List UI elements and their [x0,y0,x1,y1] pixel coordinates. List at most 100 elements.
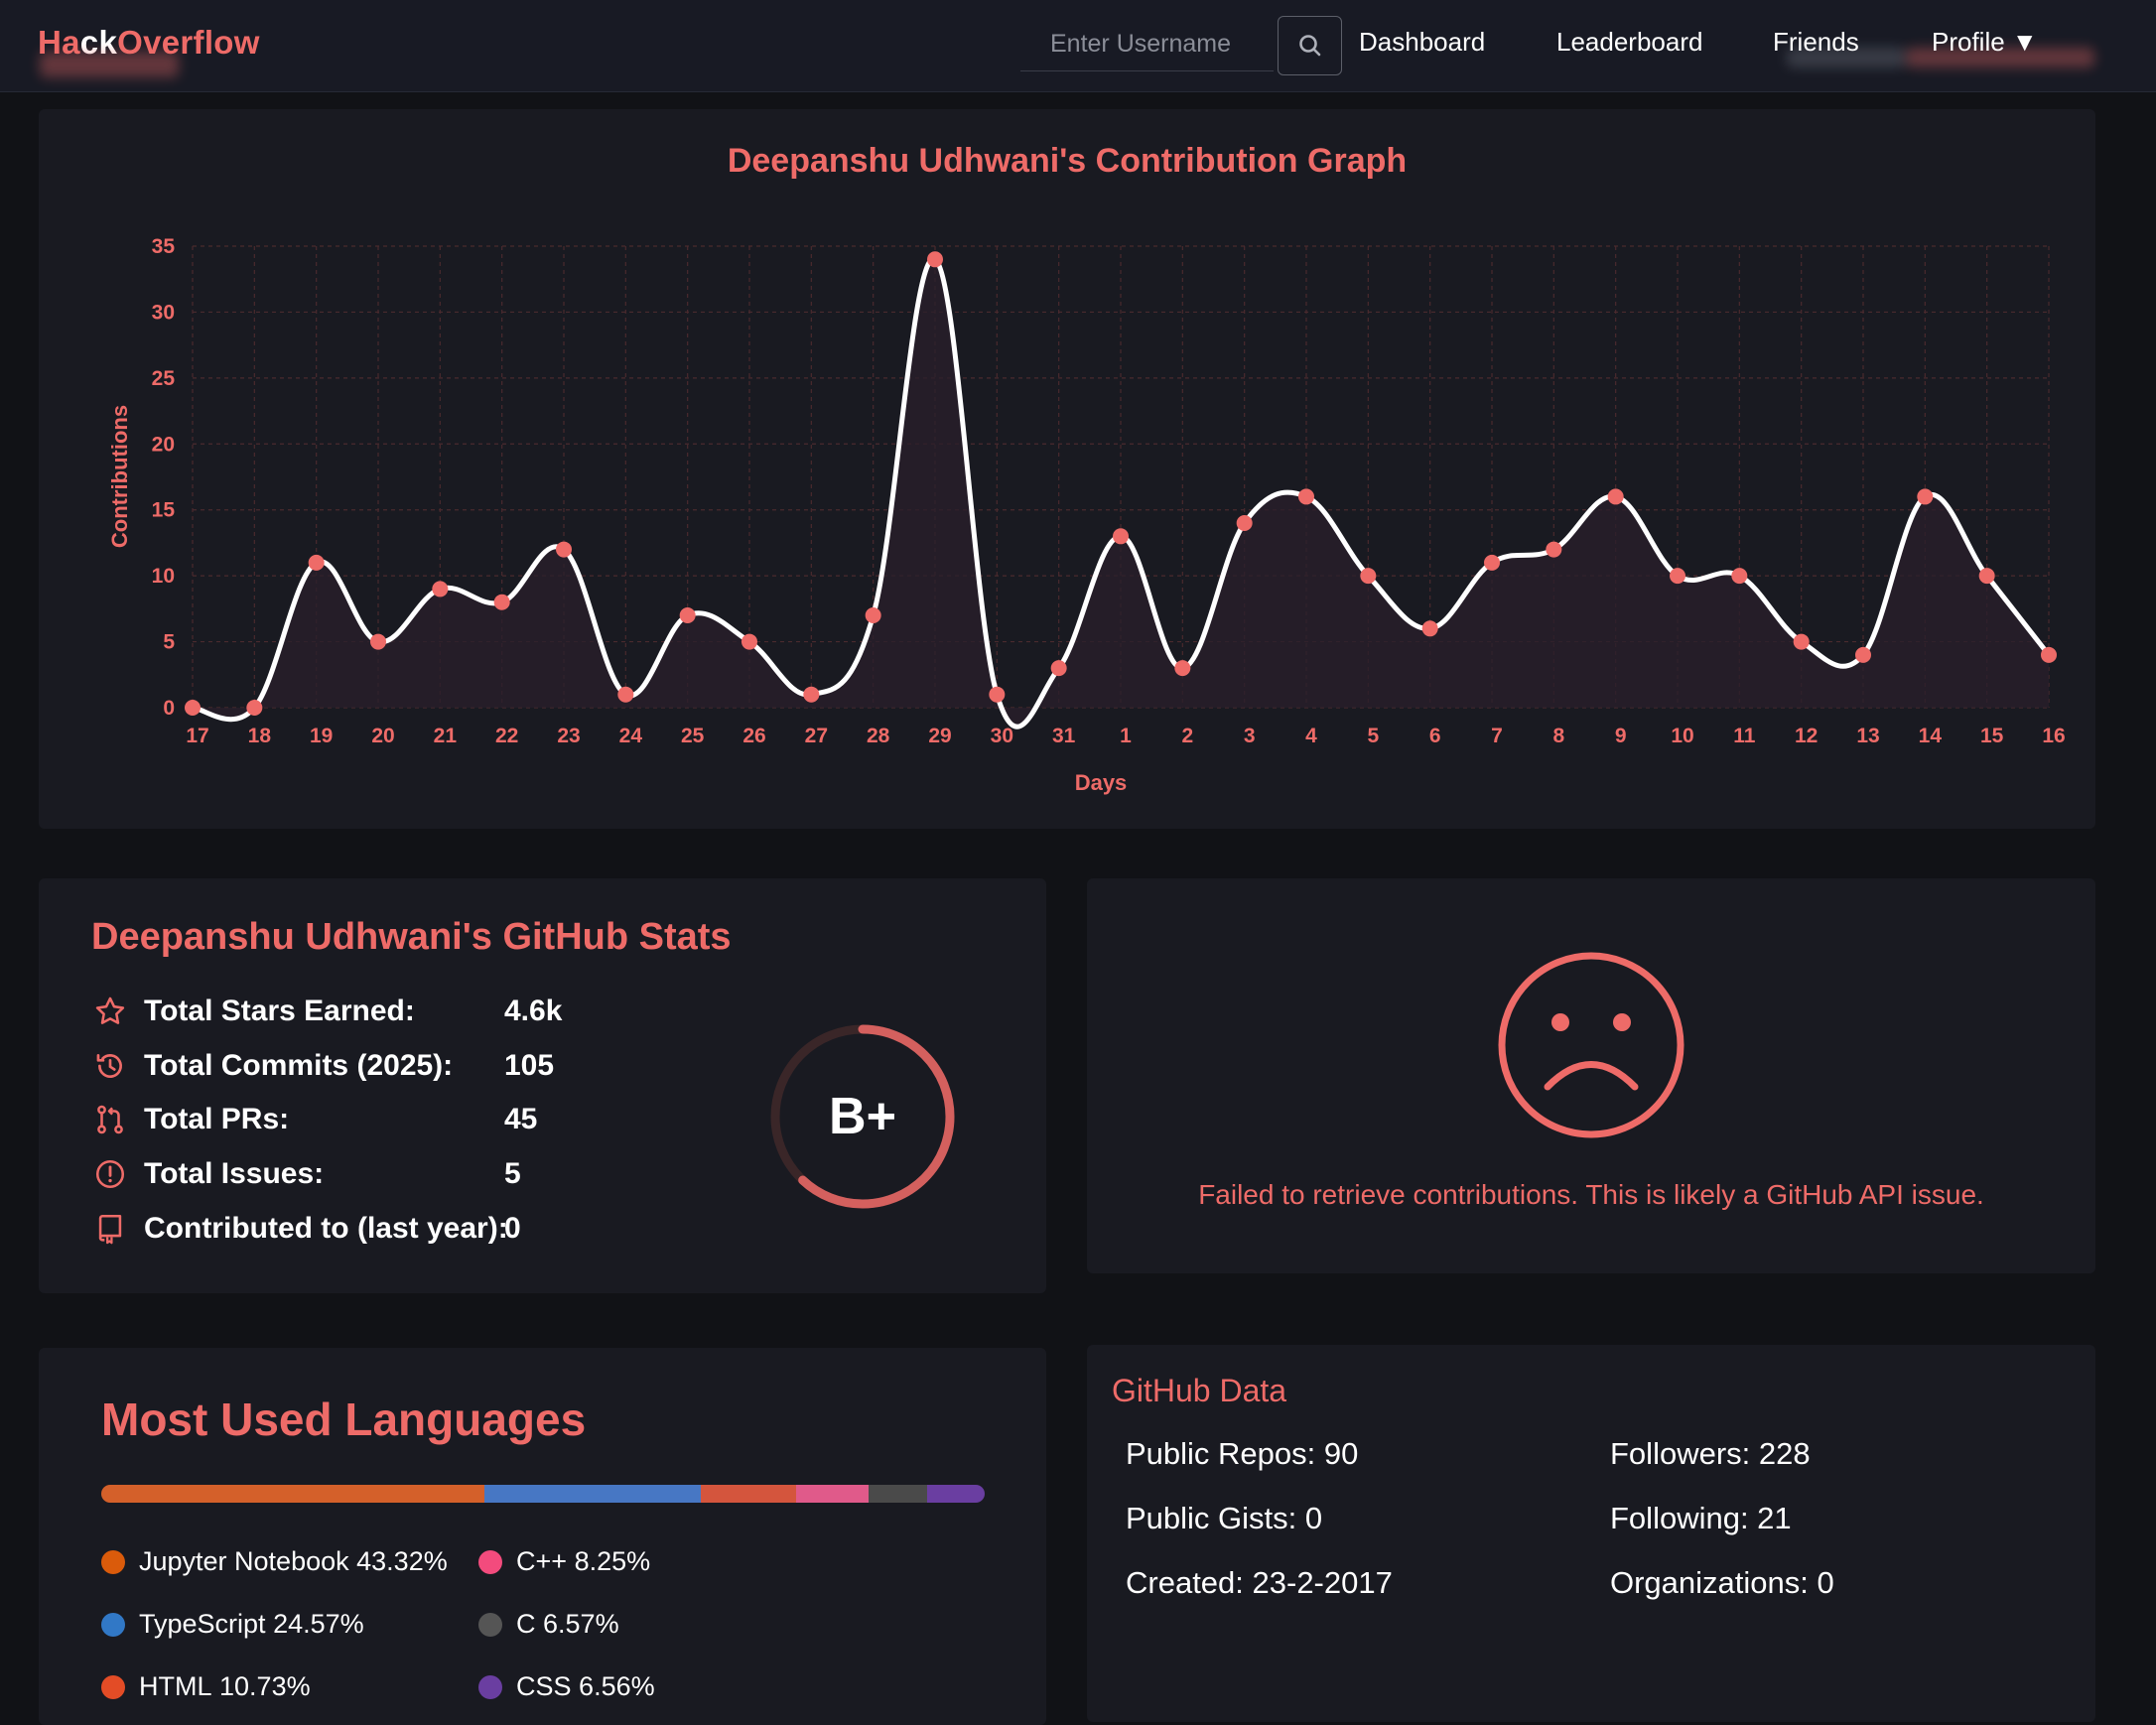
x-tick-label: 21 [434,725,458,747]
data-point [741,633,757,650]
language-percent: 43.32% [356,1546,448,1576]
data-point [1484,554,1500,571]
stat-value: 4.6k [504,995,563,1027]
data-point [2041,646,2057,663]
data-point [617,686,634,703]
stat-label: Total Stars Earned: [144,995,415,1027]
language-bar-segment [483,1485,702,1503]
history-icon [91,1047,129,1085]
nav-leaderboard-link[interactable]: Leaderboard [1556,27,1702,58]
language-name: C++ [516,1546,568,1576]
data-point [927,251,943,268]
language-dot [101,1549,125,1574]
x-tick-label: 27 [805,725,828,747]
data-point [1236,515,1253,531]
y-tick-label: 5 [163,631,175,654]
language-name: CSS [516,1671,572,1701]
data-point [370,633,386,650]
x-tick-label: 28 [867,725,890,747]
x-tick-label: 12 [1795,725,1818,747]
grade-value: B+ [829,1088,896,1145]
y-tick-label: 15 [152,499,176,522]
x-tick-label: 10 [1671,725,1693,747]
language-bar-segment [101,1485,484,1503]
language-item: HTML 10.73% [101,1671,311,1702]
search-icon [1298,35,1320,57]
data-point [1298,488,1314,505]
blurred-ghost-text [40,52,179,77]
languages-card: Most Used Languages Jupyter Notebook 43.… [39,1348,1046,1725]
x-tick-label: 16 [2042,725,2065,747]
y-tick-label: 30 [152,301,175,324]
search-input[interactable] [1020,18,1274,71]
github-stats-card: Deepanshu Udhwani's GitHub Stats Total S… [39,878,1046,1293]
brand-part: flow [193,24,260,61]
contribution-graph-card: Deepanshu Udhwani's Contribution Graph 0… [39,109,2095,829]
data-point [865,607,881,623]
x-axis-label: Days [1075,770,1128,795]
nav-friends-link[interactable]: Friends [1773,27,1859,58]
data-point [493,594,510,610]
contribution-line-chart: 0510152025303517 18 19 20 21 22 23 24 25 26 27 28 29… [107,235,2066,795]
github-data-card: GitHub Data Public Repos: 90 Public Gist… [1087,1345,2095,1722]
x-tick-label: 23 [557,725,580,747]
language-bar-segment [926,1485,985,1503]
x-tick-label: 11 [1733,725,1756,747]
language-bar-segment [869,1485,927,1503]
x-tick-label: 25 [681,725,705,747]
stat-value: 45 [504,1103,538,1135]
x-tick-label: 14 [1919,725,1943,747]
stat-row-prs: Total PRs: 45 [91,1100,537,1139]
x-tick-label: 13 [1856,725,1879,747]
x-tick-label: 29 [928,725,951,747]
data-point [1174,660,1191,677]
nav-dashboard-link[interactable]: Dashboard [1359,27,1485,58]
data-point [308,554,325,571]
x-tick-label: 3 [1244,725,1256,747]
stat-value: 0 [504,1212,521,1245]
x-tick-label: 24 [619,725,643,747]
x-tick-label: 17 [186,725,208,747]
public-gists: Public Gists: 0 [1126,1501,1323,1535]
data-point [1917,488,1934,505]
data-point [679,607,696,623]
x-tick-label: 7 [1491,725,1503,747]
data-point [1793,633,1810,650]
language-dot [478,1674,502,1699]
language-dot [101,1612,125,1637]
stat-label: Total Commits (2025): [144,1049,454,1082]
languages-bar [101,1485,985,1503]
stat-row-issues: Total Issues: 5 [91,1154,521,1194]
language-item: TypeScript 24.57% [101,1609,364,1640]
public-repos: Public Repos: 90 [1126,1436,1359,1471]
stat-value: 5 [504,1157,521,1190]
language-percent: 10.73% [219,1671,311,1701]
x-tick-label: 18 [248,725,272,747]
data-point [1607,488,1624,505]
y-axis-label: Contributions [107,405,132,548]
data-point [1546,541,1562,558]
data-point [1113,528,1129,545]
x-tick-label: 30 [991,725,1013,747]
data-point [1978,568,1995,585]
followers-count: Followers: 228 [1610,1436,1811,1471]
error-message: Failed to retrieve contributions. This i… [1198,1179,1984,1210]
stat-row-contributed: Contributed to (last year): 0 [91,1209,521,1249]
language-name: HTML [139,1671,212,1701]
language-bar-segment [795,1485,870,1503]
navbar: HackOverflow Dashboard Leaderboard Frien… [0,0,2156,92]
nav-profile-dropdown[interactable]: Profile ▼ [1932,27,2038,58]
language-percent: 24.57% [273,1609,364,1639]
x-tick-label: 4 [1305,725,1317,747]
data-point [1360,568,1377,585]
x-tick-label: 8 [1552,725,1564,747]
search-button[interactable] [1278,16,1342,75]
language-name: TypeScript [139,1609,266,1639]
repo-icon [91,1210,129,1248]
language-bar-segment [701,1485,796,1503]
y-tick-label: 20 [152,433,175,456]
organizations-count: Organizations: 0 [1610,1565,1834,1600]
language-name: Jupyter Notebook [139,1546,349,1576]
following-count: Following: 21 [1610,1501,1792,1535]
stat-value: 105 [504,1049,555,1082]
